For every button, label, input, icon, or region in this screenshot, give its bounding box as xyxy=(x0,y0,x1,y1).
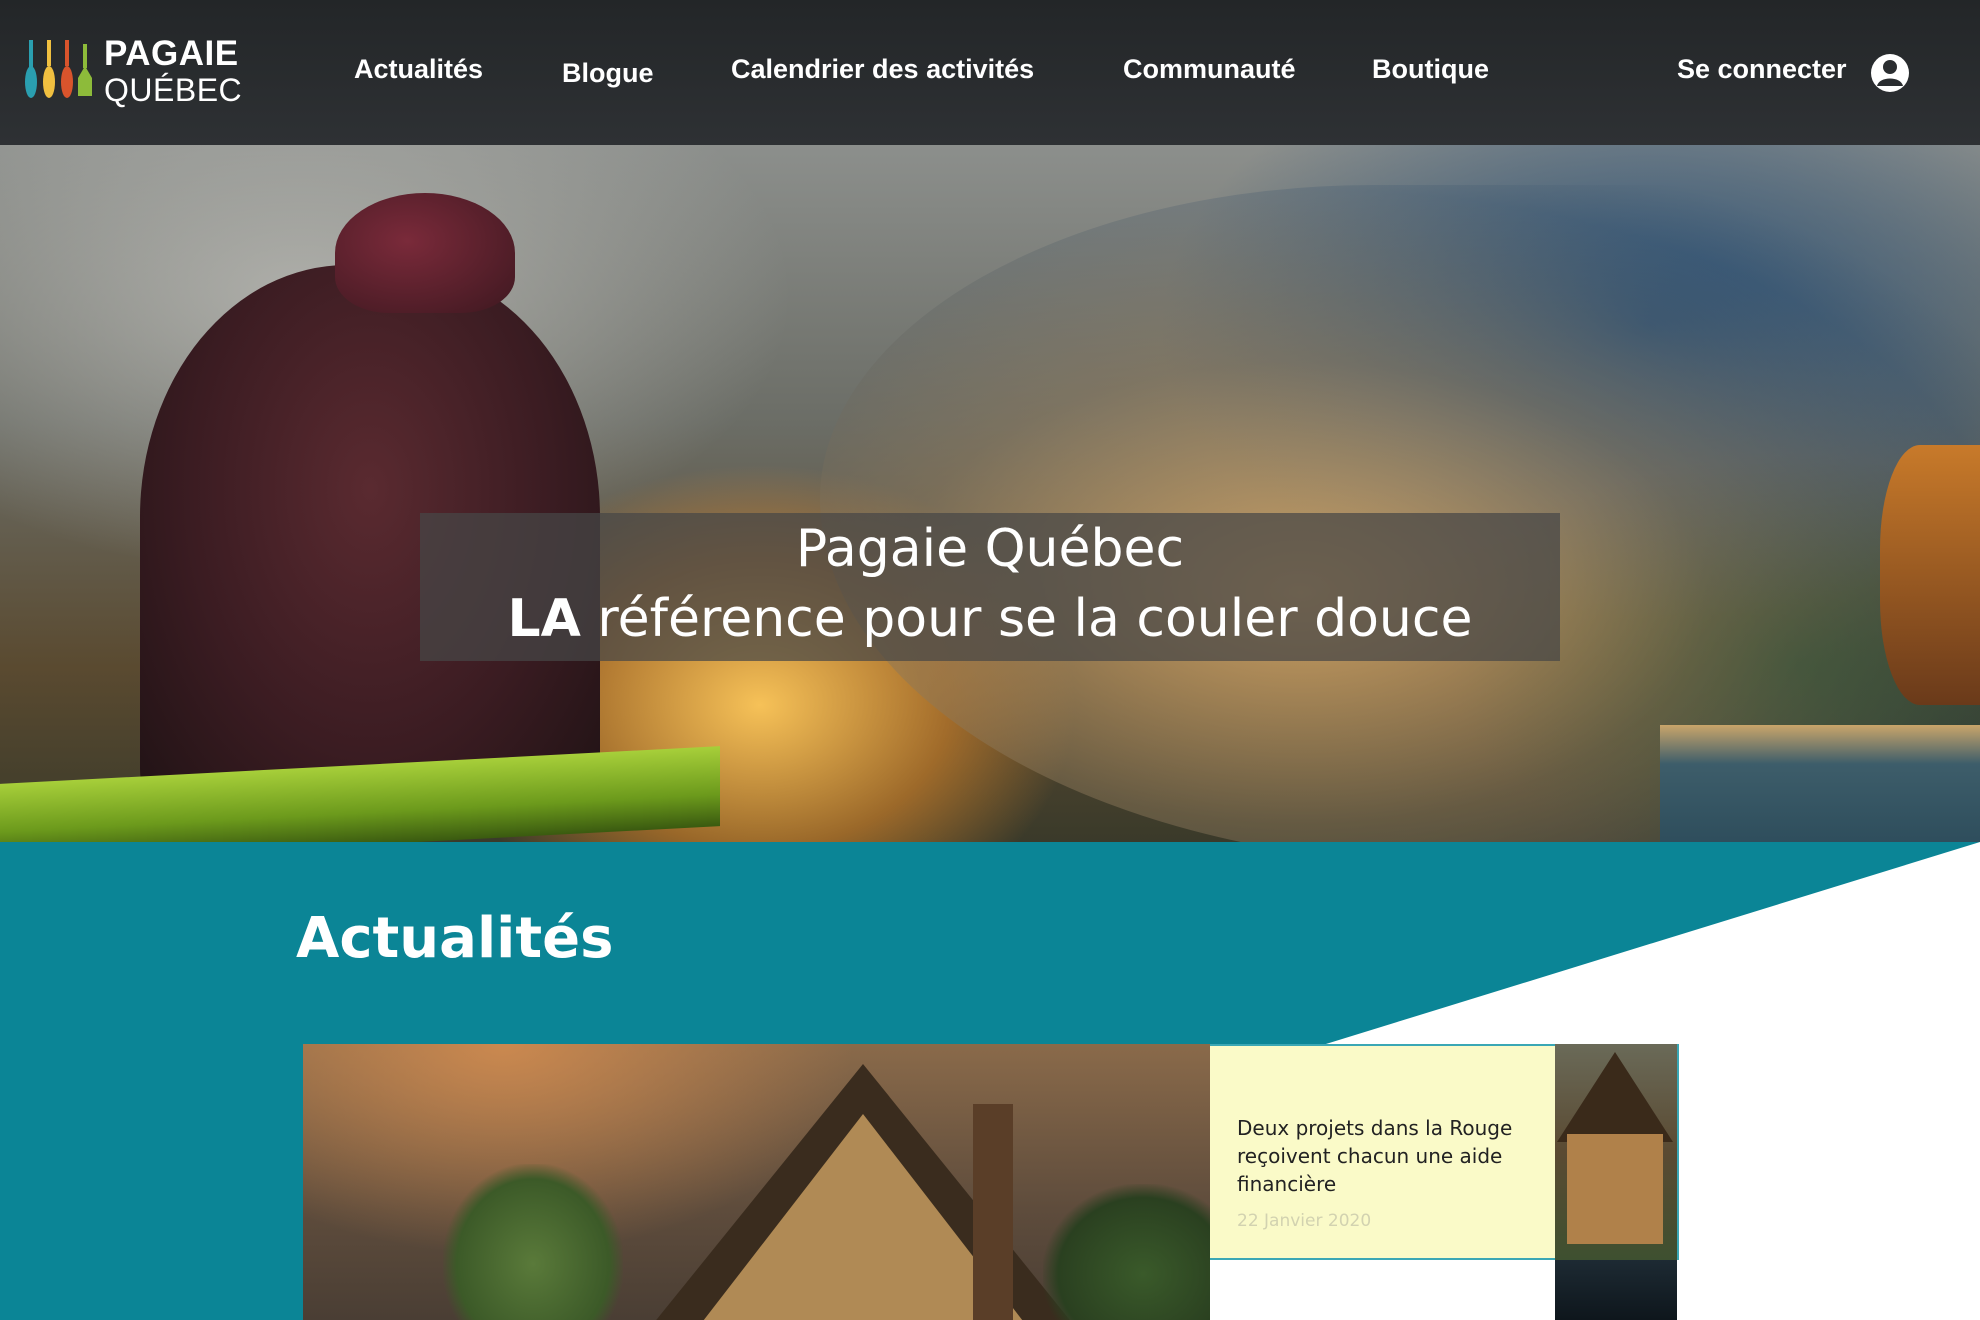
thumb-roof-shape xyxy=(1557,1052,1673,1142)
shoreline-shape xyxy=(1660,725,1980,842)
news-heading: Actualités xyxy=(296,906,614,971)
chimney-shape xyxy=(973,1104,1013,1320)
hero-tagline-rest: référence pour se la couler douce xyxy=(580,589,1473,649)
hero-tagline: LA référence pour se la couler douce xyxy=(420,589,1560,649)
site-logo[interactable]: PAGAIE QUÉBEC xyxy=(24,34,244,114)
featured-news-image[interactable] xyxy=(303,1044,1211,1320)
site-header: PAGAIE QUÉBEC Actualités Blogue Calendri… xyxy=(0,0,1980,145)
news-card-2[interactable] xyxy=(1210,1260,1555,1320)
news-card-title: Deux projets dans la Rouge reçoivent cha… xyxy=(1237,1116,1513,1196)
tree-shape xyxy=(443,1164,623,1320)
hero-title: Pagaie Québec xyxy=(795,519,1185,579)
news-card[interactable]: Deux projets dans la Rouge reçoivent cha… xyxy=(1210,1044,1555,1260)
nav-actualites[interactable]: Actualités xyxy=(354,54,483,85)
news-section: Actualités Deux projets dans la Rouge re… xyxy=(0,842,1980,1320)
thumb-house-shape xyxy=(1567,1134,1663,1244)
news-card-thumbnail[interactable] xyxy=(1555,1044,1679,1260)
paddles-logo-icon xyxy=(25,40,92,98)
news-card-date: 22 Janvier 2020 xyxy=(1237,1211,1372,1231)
hero-banner: Pagaie Québec LA référence pour se la co… xyxy=(0,145,1980,842)
logo-line-2: QUÉBEC xyxy=(104,72,243,108)
hero-caption: Pagaie Québec LA référence pour se la co… xyxy=(420,513,1560,661)
nav-boutique[interactable]: Boutique xyxy=(1372,54,1489,85)
hero-tagline-bold: LA xyxy=(507,589,581,649)
user-icon xyxy=(1871,54,1909,92)
news-card-2-thumbnail[interactable] xyxy=(1555,1260,1677,1320)
tree-shape xyxy=(1043,1184,1211,1320)
nav-calendrier[interactable]: Calendrier des activités xyxy=(731,54,1034,85)
logo-line-1: PAGAIE xyxy=(104,34,239,73)
nav-communaute[interactable]: Communauté xyxy=(1123,54,1296,85)
kayaker-cap xyxy=(335,193,515,313)
login-label: Se connecter xyxy=(1677,54,1847,84)
nav-blogue[interactable]: Blogue xyxy=(562,58,654,89)
cliff-shape xyxy=(1880,445,1980,705)
